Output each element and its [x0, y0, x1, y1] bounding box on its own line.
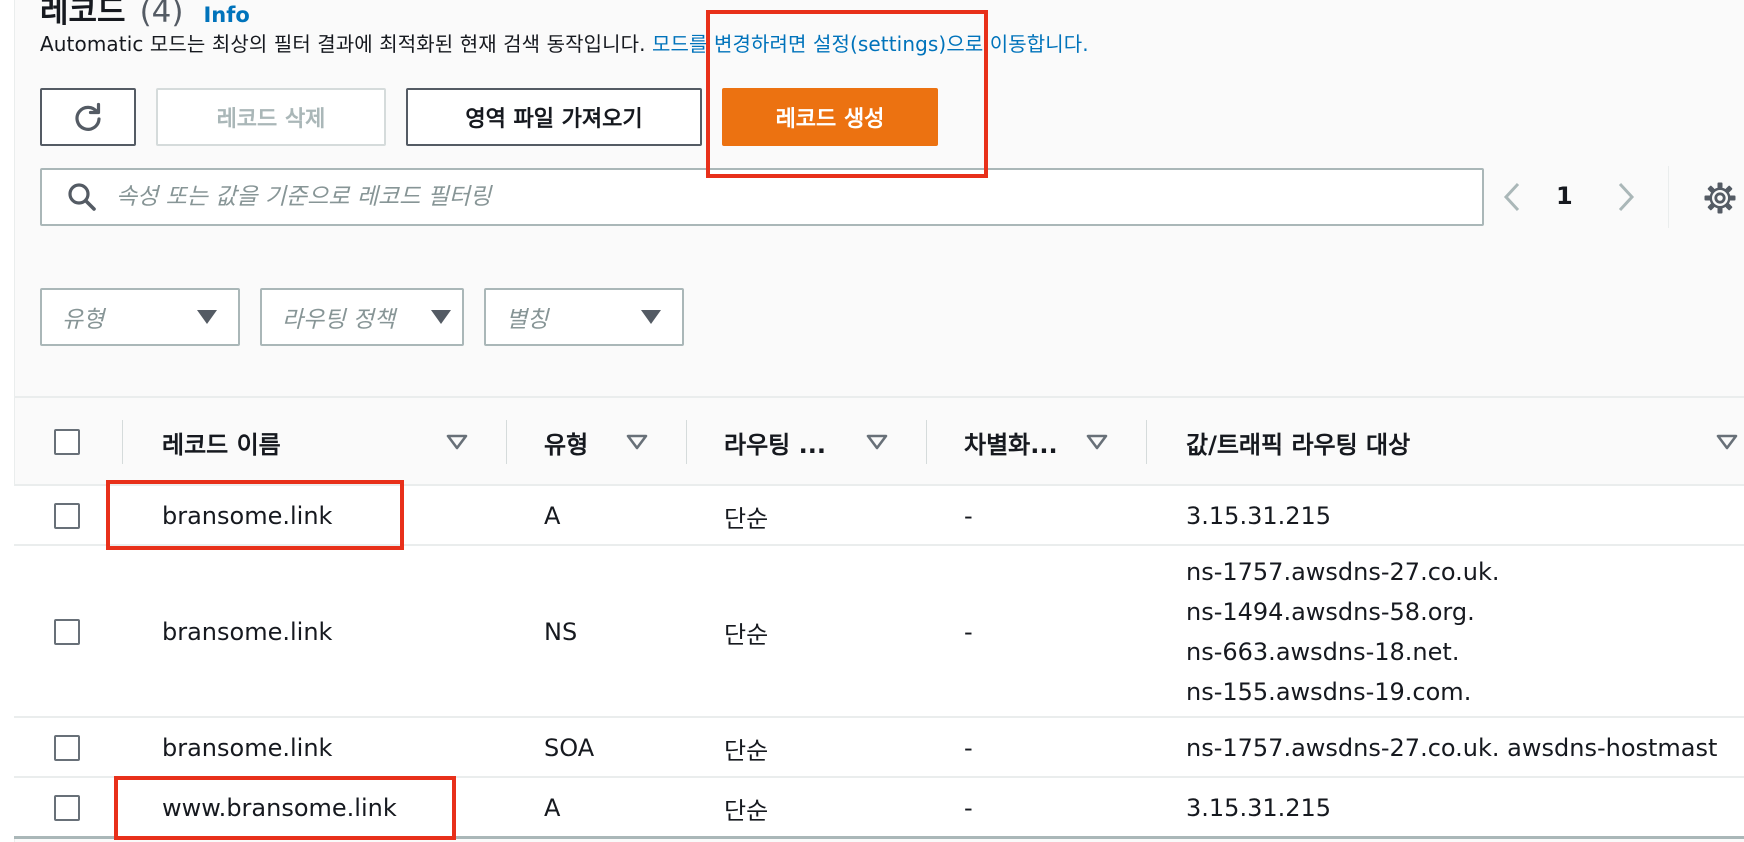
row-checkbox[interactable] — [54, 795, 80, 821]
caret-down-icon — [431, 310, 451, 324]
differentiator-cell: - — [964, 734, 973, 762]
chevron-left-icon — [1503, 182, 1520, 212]
type-filter-placeholder: 유형 — [62, 307, 105, 333]
differentiator-cell: - — [964, 502, 973, 530]
column-divider — [926, 420, 927, 464]
chevron-right-icon — [1618, 182, 1635, 212]
table-row[interactable]: www.bransome.link A 단순 - 3.15.31.215 — [14, 776, 1744, 838]
search-mode-description: Automatic 모드는 최상의 필터 결과에 최적화된 현재 검색 동작입니… — [40, 28, 1089, 57]
section-divider — [14, 396, 1744, 398]
table-row[interactable]: bransome.link NS 단순 - ns-1757.awsdns-27.… — [14, 544, 1744, 718]
sort-icon[interactable] — [1086, 400, 1108, 484]
refresh-button[interactable] — [40, 88, 136, 146]
record-type-cell: A — [544, 502, 561, 530]
row-checkbox[interactable] — [54, 503, 80, 529]
value-cell: ns-1757.awsdns-27.co.uk. ns-1494.awsdns-… — [1186, 546, 1500, 718]
search-icon — [56, 181, 108, 213]
next-page-button[interactable] — [1610, 176, 1642, 218]
sort-icon[interactable] — [866, 400, 888, 484]
import-zone-file-button[interactable]: 영역 파일 가져오기 — [406, 88, 702, 146]
column-divider — [1146, 420, 1147, 464]
table-header: 레코드 이름 유형 라우팅 ... 차별화... 값/트래픽 라우팅 대상 — [14, 400, 1744, 484]
record-type-cell: SOA — [544, 734, 595, 762]
routing-policy-cell: 단순 — [724, 504, 769, 533]
value-line: ns-1494.awsdns-58.org. — [1186, 598, 1475, 626]
table-bottom-border — [14, 836, 1744, 839]
search-input[interactable] — [108, 184, 1482, 210]
pagination-divider — [1668, 166, 1669, 228]
record-type-cell: A — [544, 794, 561, 822]
records-header: 레코드 (4) Info — [40, 0, 250, 30]
caret-down-icon — [641, 310, 661, 324]
gear-icon — [1704, 182, 1736, 214]
alias-filter-select[interactable]: 별칭 — [484, 288, 684, 346]
column-header-type[interactable]: 유형 — [544, 400, 588, 484]
record-name-cell[interactable]: bransome.link — [162, 486, 332, 546]
column-header-value[interactable]: 값/트래픽 라우팅 대상 — [1186, 400, 1410, 484]
routing-policy-cell: 단순 — [724, 796, 769, 825]
row-checkbox[interactable] — [54, 619, 80, 645]
caret-down-icon — [197, 310, 217, 324]
differentiator-cell: - — [964, 618, 973, 646]
row-checkbox[interactable] — [54, 735, 80, 761]
previous-page-button[interactable] — [1496, 176, 1528, 218]
current-page-number[interactable]: 1 — [1556, 182, 1573, 210]
value-line: 3.15.31.215 — [1186, 502, 1332, 530]
routing-filter-placeholder: 라우팅 정책 — [282, 307, 396, 333]
description-text: Automatic 모드는 최상의 필터 결과에 최적화된 현재 검색 동작입니… — [40, 32, 646, 56]
refresh-icon — [75, 102, 101, 131]
record-name-cell[interactable]: bransome.link — [162, 718, 332, 778]
preferences-button[interactable] — [1700, 178, 1740, 218]
type-filter-select[interactable]: 유형 — [40, 288, 240, 346]
value-line: ns-1757.awsdns-27.co.uk. — [1186, 558, 1500, 586]
record-name-cell[interactable]: www.bransome.link — [162, 778, 397, 838]
value-line: ns-663.awsdns-18.net. — [1186, 638, 1460, 666]
column-divider — [686, 420, 687, 464]
delete-record-button[interactable]: 레코드 삭제 — [156, 88, 386, 146]
value-line: ns-1757.awsdns-27.co.uk. awsdns-hostmast — [1186, 734, 1718, 762]
sort-icon[interactable] — [1716, 400, 1738, 484]
page-title: 레코드 — [40, 0, 126, 30]
record-name-cell[interactable]: bransome.link — [162, 546, 332, 718]
routing-policy-filter-select[interactable]: 라우팅 정책 — [260, 288, 464, 346]
routing-policy-cell: 단순 — [724, 620, 769, 649]
differentiator-cell: - — [964, 794, 973, 822]
value-cell: 3.15.31.215 — [1186, 778, 1331, 838]
routing-policy-cell: 단순 — [724, 736, 769, 765]
record-type-cell: NS — [544, 618, 578, 646]
table-row[interactable]: bransome.link SOA 단순 - ns-1757.awsdns-27… — [14, 716, 1744, 778]
record-count: (4) — [139, 0, 184, 30]
info-link[interactable]: Info — [203, 3, 249, 27]
column-divider — [122, 420, 123, 464]
value-cell: 3.15.31.215 — [1186, 486, 1331, 546]
table-row[interactable]: bransome.link A 단순 - 3.15.31.215 — [14, 484, 1744, 546]
settings-link[interactable]: 모드를 변경하려면 설정(settings)으로 이동합니다. — [646, 32, 1089, 56]
sort-icon[interactable] — [446, 400, 468, 484]
column-header-differentiator[interactable]: 차별화... — [964, 400, 1058, 484]
value-line: 3.15.31.215 — [1186, 794, 1332, 822]
column-divider — [506, 420, 507, 464]
record-filter-search — [40, 168, 1484, 226]
sort-icon[interactable] — [626, 400, 648, 484]
value-line: ns-155.awsdns-19.com. — [1186, 678, 1472, 706]
column-header-record-name[interactable]: 레코드 이름 — [162, 400, 281, 484]
column-header-routing[interactable]: 라우팅 ... — [724, 400, 826, 484]
create-record-button[interactable]: 레코드 생성 — [722, 88, 938, 146]
alias-filter-placeholder: 별칭 — [506, 307, 549, 333]
select-all-checkbox[interactable] — [54, 429, 80, 455]
value-cell: ns-1757.awsdns-27.co.uk. awsdns-hostmast — [1186, 718, 1744, 778]
